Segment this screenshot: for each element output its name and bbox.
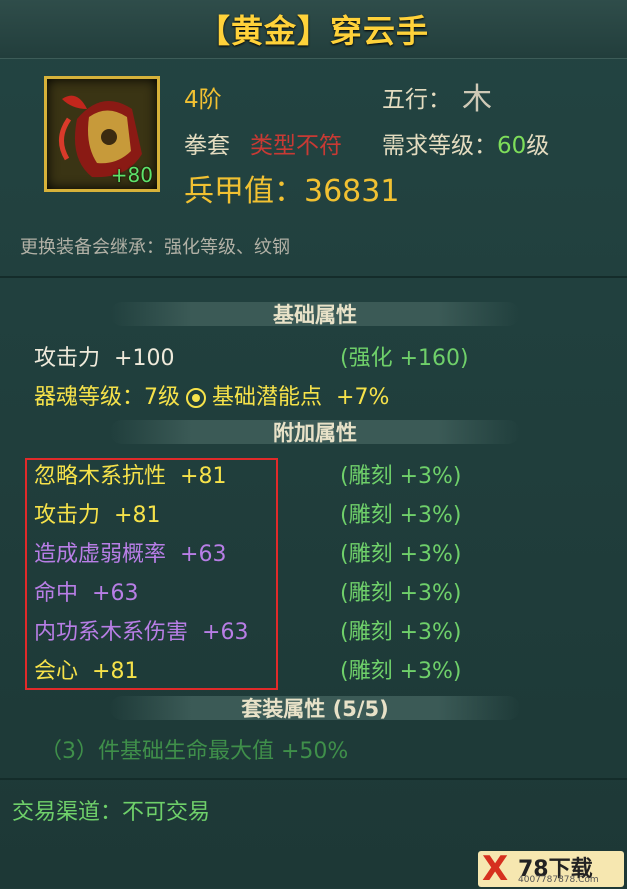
section-title: 套装属性 (5/5): [241, 697, 389, 721]
watermark-logo: X 78下载 4007787878.Com: [478, 849, 624, 889]
required-level-value: 60: [497, 133, 527, 159]
required-level: 需求等级：60级: [382, 126, 549, 160]
type-warning: 类型不符: [250, 133, 342, 159]
item-type: 拳套: [184, 133, 230, 159]
extra-attributes-header: 附加属性: [110, 416, 520, 448]
element-label: 五行：: [382, 87, 451, 113]
set-bonus: （3）件基础生命最大值 +50%: [40, 739, 349, 764]
element-value: 木: [462, 82, 492, 117]
title-bar: 【黄金】穿云手: [0, 0, 627, 59]
attack-value: +100: [114, 346, 175, 371]
soul-attribute: 器魂等级：7级 基础潜能点 +7%: [34, 379, 389, 411]
trade-channel: 交易渠道：不可交易: [12, 800, 211, 825]
set-attributes-header: 套装属性 (5/5): [110, 692, 520, 724]
extra-bonus: (雕刻 +3%): [340, 503, 462, 528]
watermark-mark: X: [482, 849, 509, 889]
item-title: 【黄金】穿云手: [197, 12, 429, 50]
section-title: 附加属性: [273, 421, 357, 445]
extra-bonus: (雕刻 +3%): [340, 464, 462, 489]
item-icon: +80: [44, 76, 160, 192]
watermark-site: 4007787878.Com: [518, 875, 599, 885]
armor-label: 兵甲值：: [184, 174, 304, 209]
enhance-level: +80: [110, 163, 153, 187]
armor-value: 兵甲值：36831: [184, 166, 399, 210]
attack-label: 攻击力: [34, 346, 101, 371]
extra-bonus: (雕刻 +3%): [340, 581, 462, 606]
extra-bonus: (雕刻 +3%): [340, 620, 462, 645]
potential-label: 基础潜能点: [212, 385, 323, 410]
required-level-unit: 级: [526, 133, 550, 159]
divider: [0, 778, 627, 780]
highlight-box: [25, 458, 278, 690]
divider: [0, 276, 627, 278]
attack-attribute: 攻击力 +100: [34, 340, 174, 372]
inherit-note: 更换装备会继承：强化等级、纹钢: [20, 237, 290, 258]
item-tier: 4阶: [184, 87, 222, 113]
section-title: 基础属性: [273, 303, 357, 327]
soul-label: 器魂等级：7级: [34, 385, 180, 410]
potential-value: +7%: [336, 385, 390, 410]
basic-attributes-header: 基础属性: [110, 298, 520, 330]
required-level-label: 需求等级：: [382, 133, 497, 159]
item-tooltip: 【黄金】穿云手 +80 4阶 五行： 木 拳套 类型不符 需求等级：60级 兵甲…: [0, 0, 627, 889]
extra-bonus: (雕刻 +3%): [340, 659, 462, 684]
attack-bonus: (强化 +160): [340, 346, 469, 371]
extra-bonus: (雕刻 +3%): [340, 542, 462, 567]
armor-number: 36831: [304, 174, 400, 209]
dot-icon: [186, 388, 206, 408]
